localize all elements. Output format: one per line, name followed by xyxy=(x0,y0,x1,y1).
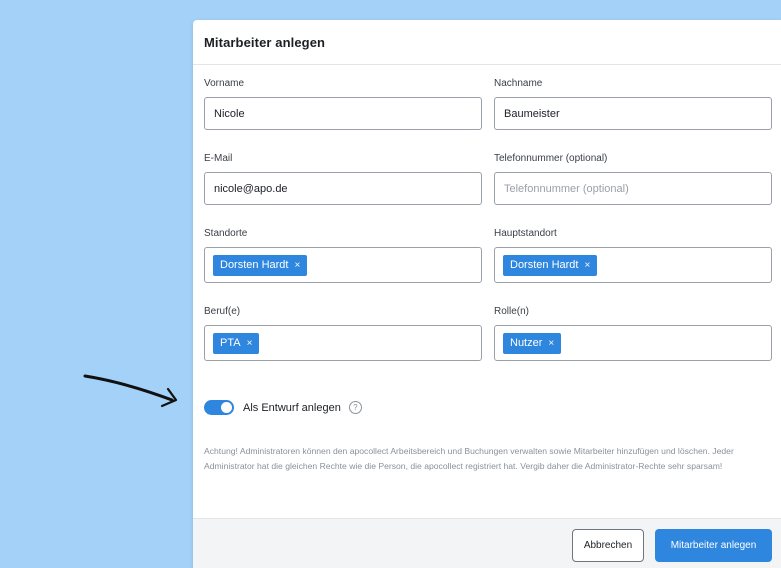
nachname-value: Baumeister xyxy=(504,107,560,120)
standorte-tag: Dorsten Hardt × xyxy=(213,254,308,276)
remove-tag-icon[interactable]: × xyxy=(294,260,300,271)
remove-tag-icon[interactable]: × xyxy=(548,338,554,349)
admin-warning-text: Achtung! Administratoren können den apoc… xyxy=(204,446,734,471)
vorname-input[interactable]: Nicole xyxy=(204,97,482,130)
rolle-tag-label: Nutzer xyxy=(510,337,543,349)
help-icon[interactable]: ? xyxy=(348,401,362,414)
annotation-arrow-icon xyxy=(83,374,178,408)
standorte-multiselect[interactable]: Dorsten Hardt × xyxy=(204,247,482,283)
modal-header: Mitarbeiter anlegen xyxy=(193,20,781,65)
modal-footer: Abbrechen Mitarbeiter anlegen xyxy=(193,518,781,568)
rolle-multiselect[interactable]: Nutzer × xyxy=(494,325,772,361)
hauptstandort-tag-label: Dorsten Hardt xyxy=(510,259,579,271)
standorte-label: Standorte xyxy=(204,228,248,239)
remove-tag-icon[interactable]: × xyxy=(584,260,590,271)
draft-toggle[interactable] xyxy=(204,400,234,415)
nachname-input[interactable]: Baumeister xyxy=(494,97,772,130)
hauptstandort-label: Hauptstandort xyxy=(494,228,557,239)
beruf-multiselect[interactable]: PTA × xyxy=(204,325,482,361)
draft-toggle-label[interactable]: Als Entwurf anlegen xyxy=(243,402,341,414)
hauptstandort-select[interactable]: Dorsten Hardt × xyxy=(494,247,772,283)
telefon-placeholder: Telefonnummer (optional) xyxy=(504,182,629,195)
beruf-tag-label: PTA xyxy=(220,337,241,349)
vorname-value: Nicole xyxy=(214,107,245,120)
vorname-label: Vorname xyxy=(204,78,245,89)
email-value: nicole@apo.de xyxy=(214,182,288,195)
beruf-label: Beruf(e) xyxy=(204,306,241,317)
create-employee-modal: Mitarbeiter anlegen Vorname Nicole Nachn… xyxy=(193,20,781,568)
rolle-tag: Nutzer × xyxy=(503,332,562,354)
email-label: E-Mail xyxy=(204,153,233,164)
remove-tag-icon[interactable]: × xyxy=(247,338,253,349)
toggle-knob xyxy=(221,402,232,413)
create-employee-button[interactable]: Mitarbeiter anlegen xyxy=(655,529,772,562)
nachname-label: Nachname xyxy=(494,78,543,89)
rolle-label: Rolle(n) xyxy=(494,306,530,317)
modal-title: Mitarbeiter anlegen xyxy=(204,34,326,50)
email-input[interactable]: nicole@apo.de xyxy=(204,172,482,205)
standorte-tag-label: Dorsten Hardt xyxy=(220,259,289,271)
beruf-tag: PTA × xyxy=(213,332,260,354)
telefon-input[interactable]: Telefonnummer (optional) xyxy=(494,172,772,205)
hauptstandort-tag: Dorsten Hardt × xyxy=(503,254,598,276)
telefon-label: Telefonnummer (optional) xyxy=(494,153,608,164)
draft-toggle-row: Als Entwurf anlegen ? xyxy=(204,400,362,415)
cancel-button[interactable]: Abbrechen xyxy=(572,529,644,562)
